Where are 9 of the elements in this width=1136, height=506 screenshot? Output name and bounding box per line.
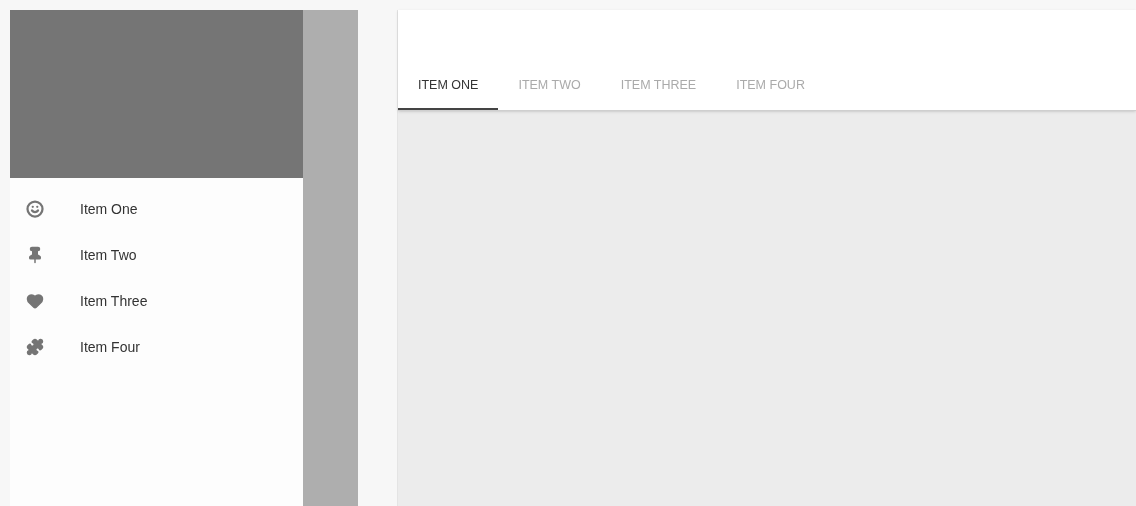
drawer-item[interactable]: Item Four [10, 324, 303, 370]
drawer-item[interactable]: Item Three [10, 278, 303, 324]
heart-icon [26, 292, 44, 310]
drawer-item[interactable]: Item One [10, 186, 303, 232]
pin-icon [26, 246, 44, 264]
smiley-icon [26, 200, 44, 218]
puzzle-icon [26, 338, 44, 356]
drawer-item[interactable]: Item Two [10, 232, 303, 278]
tab[interactable]: ITEM ONE [398, 62, 499, 110]
